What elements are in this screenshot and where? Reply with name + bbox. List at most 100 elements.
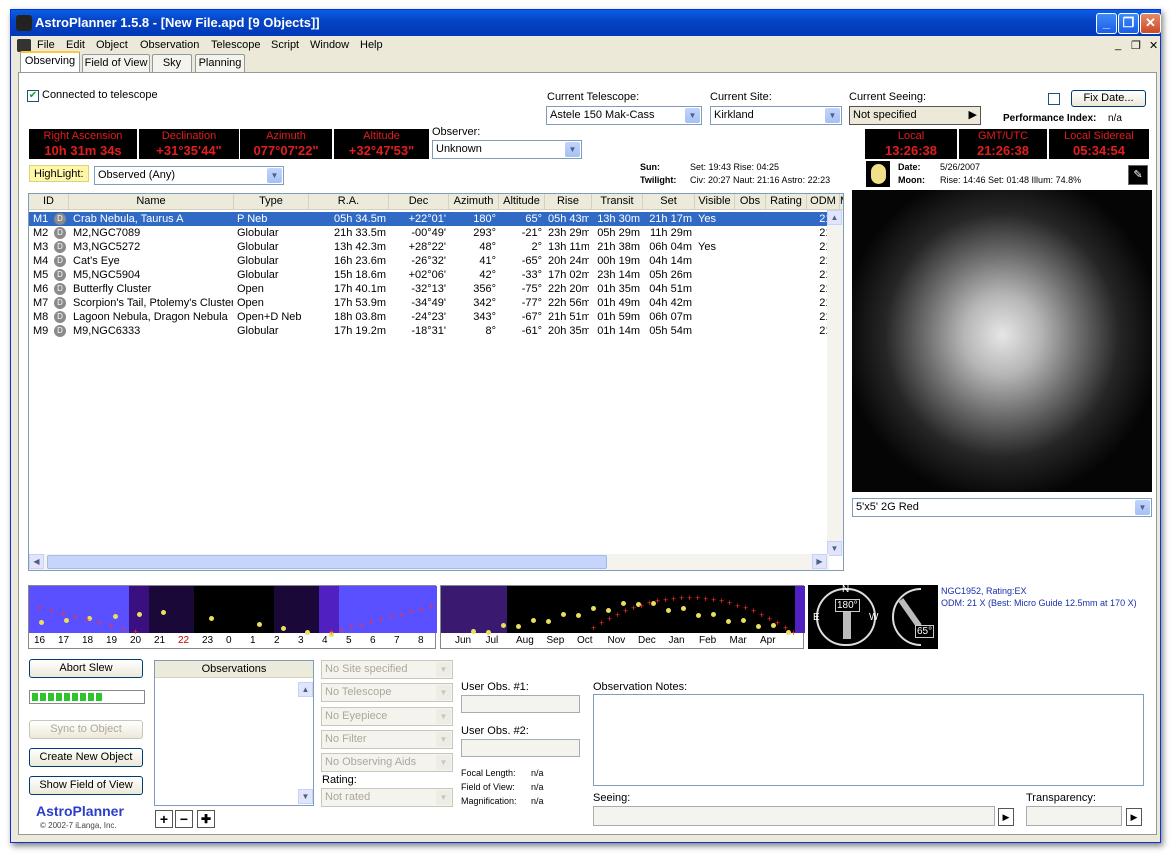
notes-textarea[interactable] — [593, 694, 1144, 786]
table-row[interactable]: D M8 Lagoon Nebula, Dragon Nebula Open+D Ne… — [29, 310, 837, 324]
close-icon[interactable]: ✕ — [1140, 13, 1161, 34]
user-obs2-field[interactable] — [461, 739, 580, 757]
column-header[interactable]: ID — [29, 194, 69, 210]
table-row[interactable]: D M2 M2,NGC7089 Globular 21h 33.5m -00°49' 293… — [29, 226, 837, 240]
fix-date-button[interactable]: Fix Date... — [1071, 90, 1146, 107]
performance-label: Performance Index: — [1003, 113, 1097, 124]
user-obs1-field[interactable] — [461, 695, 580, 713]
seeing-select[interactable]: Not specified ▶ — [849, 106, 981, 125]
mdi-close-icon[interactable]: ✕ — [1149, 39, 1158, 52]
menu-edit[interactable]: Edit — [66, 39, 85, 51]
table-cell: 2° — [531, 241, 542, 253]
visibility-dot — [281, 626, 286, 631]
duplicate-observation-icon[interactable]: ✚ — [197, 810, 215, 828]
obs-aids-select[interactable]: No Observing Aids ▼ — [321, 753, 453, 772]
mdi-minimize-icon[interactable]: _ — [1115, 39, 1121, 51]
annual-dot — [711, 612, 716, 617]
chevron-down-icon: ▼ — [436, 755, 451, 770]
obs-telescope-select[interactable]: No Telescope ▼ — [321, 683, 453, 702]
site-select[interactable]: Kirkland ▼ — [710, 106, 842, 125]
column-header[interactable]: Dec — [389, 194, 449, 210]
column-header[interactable]: Type — [234, 194, 309, 210]
tab-sky[interactable]: Sky — [152, 54, 192, 72]
table-row[interactable]: D M1 Crab Nebula, Taurus A P Neb 05h 34.5m +2… — [29, 212, 837, 226]
create-new-object-button[interactable]: Create New Object — [29, 748, 143, 767]
table-row[interactable]: D M4 Cat's Eye Globular 16h 23.6m -26°32' 41° -… — [29, 254, 837, 268]
menu-object[interactable]: Object — [96, 39, 128, 51]
title-bar[interactable]: AstroPlanner 1.5.8 - [New File.apd [9 Ob… — [11, 10, 1161, 36]
dec-display: Declination +31°35'44" — [139, 129, 239, 159]
fix-date-checkbox[interactable] — [1048, 93, 1060, 105]
column-header[interactable]: Name — [69, 194, 234, 210]
tab-planning[interactable]: Planning — [195, 54, 245, 72]
edit-icon[interactable]: ✎ — [1128, 165, 1148, 185]
table-cell: 04h 42m — [649, 297, 692, 309]
table-row[interactable]: D M3 M3,NGC5272 Globular 13h 42.3m +28°22' 48°… — [29, 240, 837, 254]
column-header[interactable]: R.A. — [309, 194, 389, 210]
observations-list[interactable]: Observations ▲ ▼ — [154, 660, 314, 806]
observer-select[interactable]: Unknown ▼ — [432, 140, 582, 159]
column-header[interactable]: ODM — [807, 194, 840, 210]
altitude-mark: + — [399, 609, 405, 620]
column-header[interactable]: Altitude — [499, 194, 545, 210]
annual-mark: + — [607, 613, 613, 624]
table-row[interactable]: D M6 Butterfly Cluster Open 17h 40.1m -32°13'… — [29, 282, 837, 296]
table-horizontal-scrollbar[interactable]: ◀ ▶ — [29, 554, 829, 570]
add-observation-icon[interactable]: + — [155, 810, 173, 828]
sync-to-object-button[interactable]: Sync to Object — [29, 720, 143, 739]
column-header[interactable]: Transit — [592, 194, 643, 210]
telescope-select[interactable]: Astele 150 Mak-Cass ▼ — [546, 106, 702, 125]
table-vertical-scrollbar[interactable]: ▲ ▼ — [827, 210, 843, 556]
column-header[interactable]: Obs — [735, 194, 766, 210]
restore-icon[interactable]: ❐ — [1118, 13, 1139, 34]
column-header[interactable]: Mag — [840, 194, 843, 210]
menu-help[interactable]: Help — [360, 39, 383, 51]
table-cell: M9 — [33, 325, 49, 337]
abort-slew-button[interactable]: Abort Slew — [29, 659, 143, 678]
minimize-icon[interactable]: _ — [1096, 13, 1117, 34]
field-of-view-value: n/a — [531, 782, 544, 792]
obs-filter-select[interactable]: No Filter ▼ — [321, 730, 453, 749]
menu-observation[interactable]: Observation — [140, 39, 199, 51]
visibility-dot — [113, 614, 118, 619]
transparency-play-icon[interactable]: ▶ — [1126, 808, 1142, 826]
column-header[interactable]: Azimuth — [449, 194, 499, 210]
table-cell: -33° — [521, 269, 542, 281]
rating-select[interactable]: Not rated ▼ — [321, 788, 453, 807]
table-cell: 5 — [843, 268, 844, 282]
mdi-restore-icon[interactable]: ❐ — [1131, 39, 1141, 52]
remove-observation-icon[interactable]: − — [175, 810, 193, 828]
seeing-field[interactable] — [593, 806, 995, 826]
table-cell: +22°01' — [408, 213, 446, 225]
table-cell: 05h 34.5m — [334, 213, 386, 225]
show-field-of-view-button[interactable]: Show Field of View — [29, 776, 143, 795]
annual-dot — [531, 617, 536, 623]
menu-window[interactable]: Window — [310, 39, 349, 51]
obs-eyepiece-select[interactable]: No Eyepiece ▼ — [321, 707, 453, 726]
table-row[interactable]: D M9 M9,NGC6333 Globular 17h 19.2m -18°31' 8° -… — [29, 324, 837, 338]
utc-time-display: GMT/UTC 21:26:38 — [959, 129, 1047, 159]
highlight-select[interactable]: Observed (Any) ▼ — [94, 166, 284, 185]
table-row[interactable]: D M5 M5,NGC5904 Globular 15h 18.6m +02°06' 42°… — [29, 268, 837, 282]
annual-dot — [741, 617, 746, 623]
menu-script[interactable]: Script — [271, 39, 299, 51]
menu-telescope[interactable]: Telescope — [211, 39, 261, 51]
column-header[interactable]: Set — [643, 194, 695, 210]
transparency-field[interactable] — [1026, 806, 1122, 826]
table-row[interactable]: D M7 Scorpion's Tail, Ptolemy's Cluster Ope… — [29, 296, 837, 310]
annual-mark: + — [591, 623, 597, 633]
connected-checkbox[interactable]: ✔ — [27, 90, 39, 102]
scroll-thumb — [47, 555, 607, 569]
seeing-play-icon[interactable]: ▶ — [998, 808, 1014, 826]
column-header[interactable]: Rating — [766, 194, 807, 210]
column-header[interactable]: Visible — [695, 194, 735, 210]
tab-observing[interactable]: Observing — [20, 51, 80, 73]
table-cell: 15h 18.6m — [334, 269, 386, 281]
tab-field-of-view[interactable]: Field of View — [82, 54, 150, 72]
column-header[interactable]: Rise — [545, 194, 592, 210]
obs-site-select[interactable]: No Site specified ▼ — [321, 660, 453, 679]
menu-file[interactable]: File — [37, 39, 55, 51]
annual-mark: + — [783, 623, 789, 633]
filter-select[interactable]: 5'x5' 2G Red ▼ — [852, 498, 1152, 517]
table-cell: 23h 29m — [548, 227, 589, 239]
